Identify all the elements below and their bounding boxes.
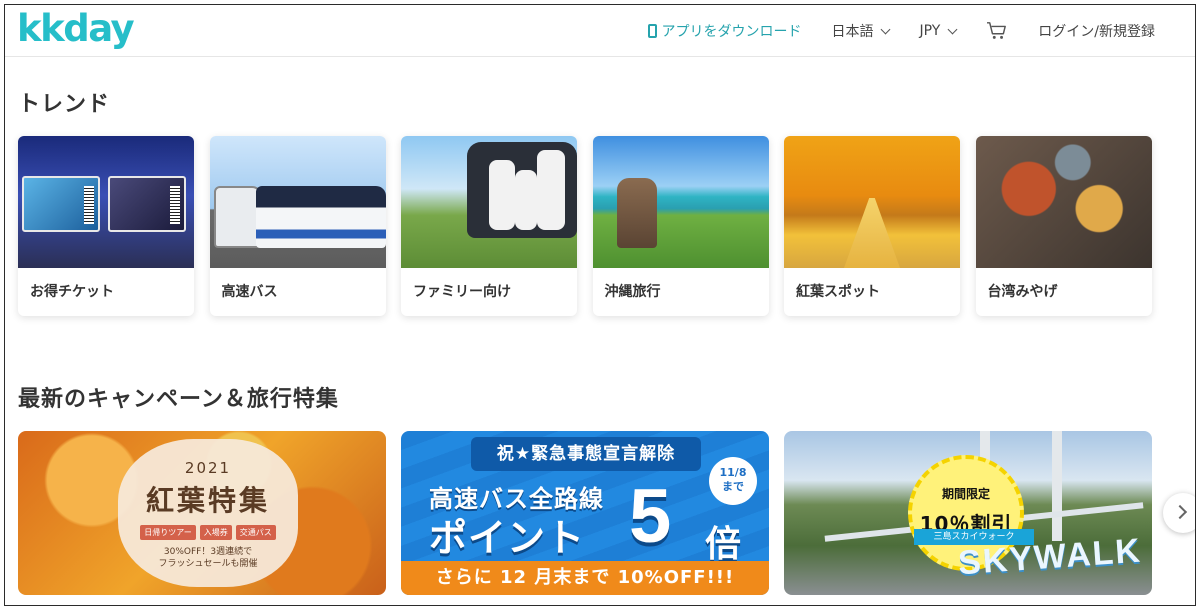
- trend-card-family[interactable]: ファミリー向け: [401, 136, 577, 316]
- ticket-art: [22, 176, 100, 232]
- barcode-art: [84, 186, 94, 224]
- app-download-label: アプリをダウンロード: [661, 24, 802, 40]
- discount-badge-label: 期間限定: [941, 487, 990, 501]
- phone-icon: [648, 24, 658, 38]
- currency-selector[interactable]: JPY: [919, 23, 958, 39]
- card-label: 高速バス: [221, 284, 278, 300]
- trend-card-tickets[interactable]: お得チケット: [18, 136, 194, 316]
- banner-tag: 入場券: [199, 525, 232, 540]
- card-label: 台湾みやげ: [987, 284, 1058, 300]
- shisa-statue-art: [616, 178, 657, 248]
- banner-tag: 交通パス: [235, 525, 276, 540]
- date-badge-date: 11/8: [719, 466, 747, 479]
- banner-title: 紅葉特集: [145, 484, 270, 517]
- banner-footer: さらに 12 月末まで 10%OFF!!!: [401, 561, 769, 595]
- banner-note-line: 30%OFF！3週連続で: [163, 547, 253, 557]
- food-image: [975, 136, 1152, 268]
- banner-skywalk[interactable]: 期間限定 10％割引 三島スカイウォーク SKYWALK: [784, 431, 1152, 595]
- avenue-path-art: [844, 198, 900, 268]
- page-frame: kkday アプリをダウンロード 日本語 JPY ログイン/新規登録 トレンド …: [4, 4, 1196, 606]
- chevron-down-icon: [947, 24, 958, 34]
- banner-tags: 日帰りツアー 入場券 交通パス: [118, 525, 298, 540]
- language-selector[interactable]: 日本語: [831, 21, 891, 41]
- campaign-banners: 2021 紅葉特集 日帰りツアー 入場券 交通パス 30%OFF！3週連続で フ…: [18, 431, 1167, 595]
- banner-autumn-feature[interactable]: 2021 紅葉特集 日帰りツアー 入場券 交通パス 30%OFF！3週連続で フ…: [18, 431, 386, 595]
- autumn-banner-card: 2021 紅葉特集 日帰りツアー 入場券 交通パス 30%OFF！3週連続で フ…: [118, 439, 298, 587]
- kkday-logo[interactable]: kkday: [17, 9, 135, 49]
- trend-card-autumn[interactable]: 紅葉スポット: [784, 136, 960, 316]
- card-label: 沖縄旅行: [604, 284, 661, 300]
- language-label: 日本語: [831, 24, 874, 40]
- header-nav: アプリをダウンロード 日本語 JPY ログイン/新規登録: [618, 5, 1155, 57]
- banner-line2: ポイント: [429, 516, 586, 560]
- okinawa-image: [592, 136, 769, 268]
- carousel-next-button[interactable]: [1163, 493, 1195, 533]
- date-badge: 11/8 まで: [709, 457, 757, 505]
- login-link[interactable]: ログイン/新規登録: [1038, 21, 1155, 41]
- card-label: 紅葉スポット: [796, 284, 880, 300]
- date-badge-until: まで: [722, 480, 744, 493]
- trend-section-title: トレンド: [18, 92, 111, 117]
- family-image: [401, 136, 577, 268]
- banner-tag: 日帰りツアー: [140, 525, 196, 540]
- campaign-section-title: 最新のキャンペーン＆旅行特集: [18, 387, 339, 412]
- bus-art: [213, 186, 262, 248]
- trend-card-taiwan[interactable]: 台湾みやげ: [975, 136, 1152, 316]
- site-header: kkday アプリをダウンロード 日本語 JPY ログイン/新規登録: [5, 5, 1195, 57]
- bus-image: [209, 136, 386, 268]
- app-download-link[interactable]: アプリをダウンロード: [648, 21, 801, 41]
- autumn-image: [784, 136, 960, 268]
- banner-bus-points[interactable]: 祝★緊急事態宣言解除 11/8 まで 高速バス全路線 ポイント 5 倍 さらに …: [401, 431, 769, 595]
- trend-card-bus[interactable]: 高速バス: [209, 136, 386, 316]
- trend-cards: お得チケット 高速バス ファミリー向け 沖縄旅行 紅葉スポット 台湾みやげ: [18, 136, 1167, 316]
- chevron-right-icon: [1172, 504, 1188, 520]
- cart-icon: [987, 22, 1007, 39]
- person-art: [489, 160, 515, 230]
- barcode-art: [170, 186, 180, 224]
- tower-pillar-art: [1052, 431, 1062, 541]
- card-label: お得チケット: [30, 284, 114, 300]
- banner-note: 30%OFF！3週連続で フラッシュセールも開催: [118, 546, 298, 570]
- cart-button[interactable]: [986, 21, 1008, 41]
- bus-art: [255, 186, 386, 248]
- banner-headline: 祝★緊急事態宣言解除: [471, 437, 701, 471]
- ticket-art: [108, 176, 186, 232]
- currency-label: JPY: [919, 23, 941, 39]
- trend-card-okinawa[interactable]: 沖縄旅行: [592, 136, 769, 316]
- card-label: ファミリー向け: [413, 284, 511, 300]
- banner-multiplier-unit: 倍: [705, 524, 742, 565]
- banner-note-line: フラッシュセールも開催: [158, 559, 258, 569]
- person-art: [515, 170, 537, 230]
- banner-year: 2021: [184, 459, 232, 477]
- tickets-image: [18, 136, 194, 268]
- chevron-down-icon: [881, 24, 891, 34]
- person-art: [537, 150, 565, 230]
- banner-multiplier: 5: [629, 474, 672, 559]
